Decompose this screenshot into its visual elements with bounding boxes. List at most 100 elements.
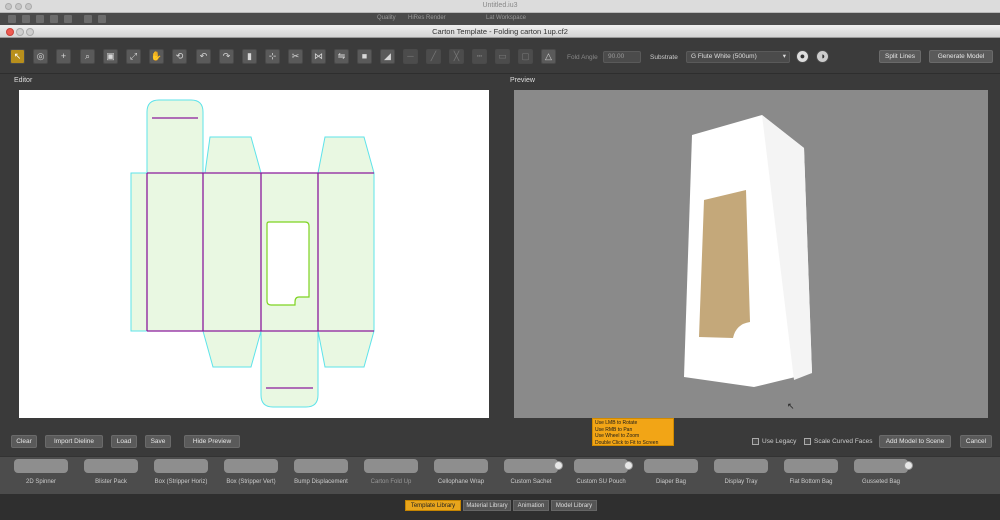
perforate-icon[interactable]: ┅ (472, 49, 487, 64)
rectangle-icon[interactable]: ■ (357, 49, 372, 64)
template-item[interactable]: Blister Pack (81, 459, 141, 493)
template-item[interactable]: Gusseted Bag (851, 459, 913, 493)
template-item[interactable]: Custom Sachet (501, 459, 563, 493)
template-item[interactable]: Box (Stripper Horiz) (151, 459, 211, 493)
new-icon[interactable] (8, 15, 16, 23)
add-point-icon[interactable]: + (56, 49, 71, 64)
template-name: Box (Stripper Horiz) (154, 479, 208, 485)
split-lines-button[interactable]: Split Lines (879, 50, 921, 63)
target-tool-icon[interactable]: ◎ (33, 49, 48, 64)
undo-icon[interactable] (50, 15, 58, 23)
template-thumbnail (784, 459, 838, 473)
fit-icon[interactable] (98, 15, 106, 23)
quality-menu[interactable]: Quality (377, 15, 396, 21)
tab-template-library[interactable]: Template Library (405, 500, 461, 511)
template-item[interactable]: Custom SU Pouch (571, 459, 633, 493)
top-dust-flap-right (317, 136, 375, 174)
template-item[interactable]: 2D Spinner (11, 459, 71, 493)
template-thumbnail (714, 459, 768, 473)
save-icon[interactable] (36, 15, 44, 23)
template-thumbnail (84, 459, 138, 473)
glue-flap-panel (130, 172, 148, 332)
template-name: Custom Sachet (510, 479, 552, 485)
delete-icon[interactable]: ▮ (242, 49, 257, 64)
glue-icon[interactable]: ▭ (495, 49, 510, 64)
cancel-button[interactable]: Cancel (960, 435, 992, 448)
tab-material-library[interactable]: Material Library (463, 500, 511, 511)
triangle-icon[interactable]: △ (541, 49, 556, 64)
trim-icon[interactable]: ✂ (288, 49, 303, 64)
editor-label: Editor (14, 77, 33, 84)
add-model-button[interactable]: Add Model to Scene (879, 435, 951, 448)
template-name: Custom SU Pouch (576, 479, 626, 485)
template-item[interactable]: Box (Stripper Vert) (221, 459, 281, 493)
tab-animation[interactable]: Animation (513, 500, 549, 511)
template-thumbnail (224, 459, 278, 473)
clear-button[interactable]: Clear (11, 435, 37, 448)
preview-viewport[interactable]: ↖ (514, 90, 988, 418)
redo-icon[interactable] (64, 15, 72, 23)
substrate-select[interactable]: G Flute White (500um) ▾ (686, 51, 790, 63)
zoom-icon[interactable] (84, 15, 92, 23)
bottom-dust-flap-right (317, 330, 375, 368)
use-legacy-checkbox[interactable] (752, 438, 759, 445)
mirror-icon[interactable]: ⇋ (334, 49, 349, 64)
generate-model-button[interactable]: Generate Model (929, 50, 993, 63)
substrate-value: G Flute White (500um) (691, 53, 757, 60)
line-icon[interactable]: ─ (403, 49, 418, 64)
crease-icon[interactable]: ╳ (449, 49, 464, 64)
info-icon[interactable] (624, 461, 633, 470)
split-icon[interactable]: ⊹ (265, 49, 280, 64)
fold-icon[interactable]: ◢ (380, 49, 395, 64)
template-item[interactable]: Cellophane Wrap (431, 459, 491, 493)
template-item[interactable]: Diaper Bag (641, 459, 701, 493)
redo-tool-icon[interactable]: ↷ (219, 49, 234, 64)
template-item[interactable]: Display Tray (711, 459, 771, 493)
load-button[interactable]: Load (111, 435, 137, 448)
editor-canvas[interactable] (19, 90, 489, 418)
carton-window-kraft (699, 190, 750, 338)
pan-tool-icon[interactable]: ✋ (149, 49, 164, 64)
preview-help-tooltip: Use LMB to Rotate Use RMB to Pan Use Whe… (592, 418, 674, 446)
template-thumbnail (644, 459, 698, 473)
template-name: Gusseted Bag (861, 479, 901, 485)
template-name: Cellophane Wrap (437, 479, 485, 485)
info-icon[interactable] (554, 461, 563, 470)
material-sphere-icon[interactable]: ◑ (816, 50, 829, 63)
zoom-tool-icon[interactable]: ⌕ (80, 49, 95, 64)
tool-strip: ↖ ◎ + ⌕ ▣ ⤢ ✋ ⟲ ↶ ↷ ▮ ⊹ ✂ ⋈ ⇋ ■ ◢ ─ ╱ ╳ … (0, 38, 1000, 74)
open-icon[interactable] (22, 15, 30, 23)
reset-view-icon[interactable]: ⟲ (172, 49, 187, 64)
select-tool-icon[interactable]: ↖ (10, 49, 25, 64)
template-thumbnail (14, 459, 68, 473)
hide-preview-button[interactable]: Hide Preview (184, 435, 240, 448)
template-thumbnail (854, 459, 908, 473)
import-dieline-button[interactable]: Import Dieline (45, 435, 103, 448)
info-icon[interactable] (904, 461, 913, 470)
scale-curved-checkbox[interactable] (804, 438, 811, 445)
chevron-down-icon: ▾ (782, 53, 786, 60)
fit-view-icon[interactable]: ⤢ (126, 49, 141, 64)
tooltip-line-fit: Double Click to Fit to Screen (595, 439, 659, 446)
scale-curved-label: Scale Curved Faces (814, 438, 873, 445)
fold-angle-input[interactable]: 90.00 (603, 51, 641, 63)
diagonal-icon[interactable]: ╱ (426, 49, 441, 64)
side-panel-right (317, 172, 375, 332)
template-library-strip: 2D Spinner Blister Pack Box (Stripper Ho… (0, 456, 1000, 494)
window-icon[interactable]: ▢ (518, 49, 533, 64)
os-title-bar: Untitled.iu3 (0, 0, 1000, 13)
light-icon[interactable]: ● (796, 50, 809, 63)
save-button[interactable]: Save (145, 435, 171, 448)
template-item[interactable]: Flat Bottom Bag (781, 459, 841, 493)
tab-model-library[interactable]: Model Library (551, 500, 597, 511)
template-item[interactable]: Bump Displacement (291, 459, 351, 493)
zoom-box-icon[interactable]: ▣ (103, 49, 118, 64)
workspace-menu[interactable]: Lat Workspace (486, 15, 526, 21)
template-name: Blister Pack (95, 479, 127, 485)
undo-tool-icon[interactable]: ↶ (196, 49, 211, 64)
join-icon[interactable]: ⋈ (311, 49, 326, 64)
template-item[interactable]: Carton Fold Up (361, 459, 421, 493)
hires-render-menu[interactable]: HiRes Render (408, 15, 446, 21)
dialog-title: Carton Template - Folding carton 1up.cf2 (432, 27, 568, 36)
bottom-dust-flap-left (202, 330, 262, 368)
